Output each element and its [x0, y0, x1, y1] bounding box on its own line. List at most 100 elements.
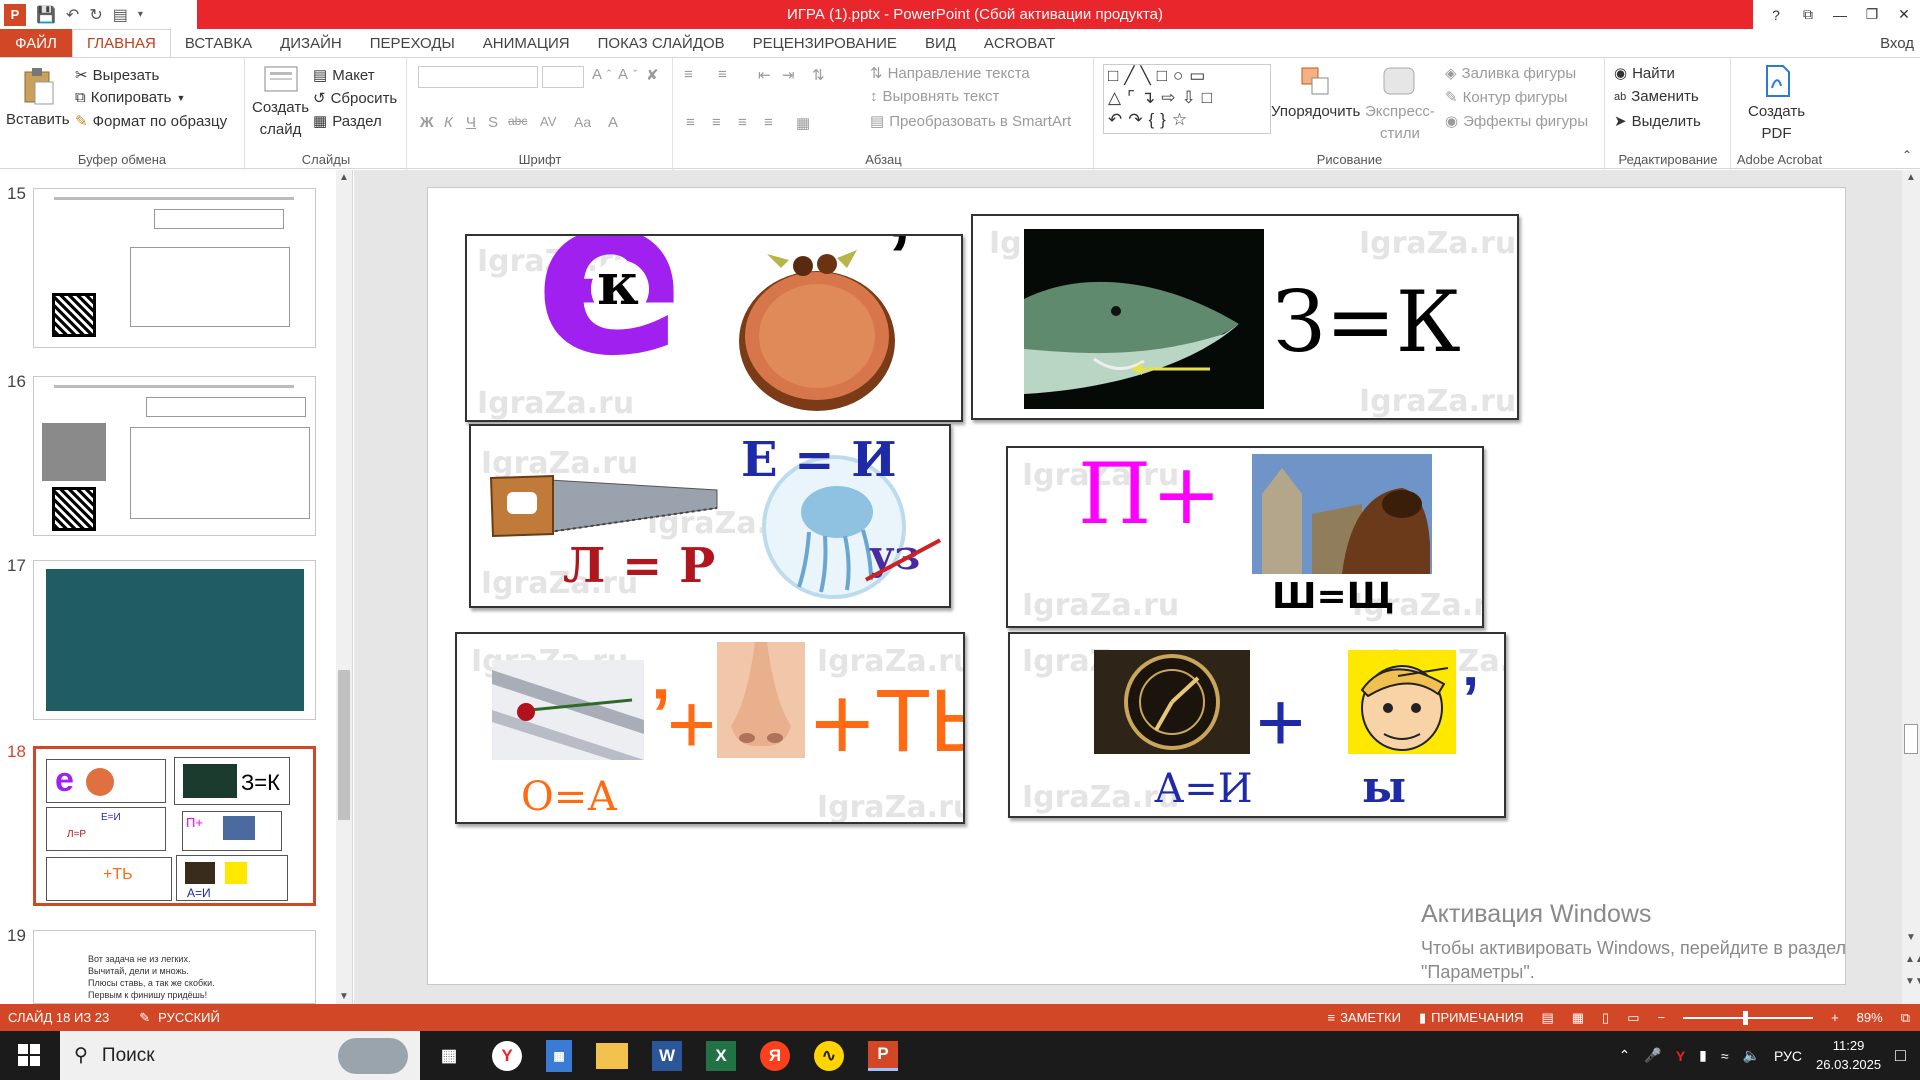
- volume-icon[interactable]: 🔈: [1743, 1047, 1760, 1064]
- slideshow-icon[interactable]: ▭: [1627, 1010, 1639, 1026]
- shadow-icon[interactable]: S: [488, 114, 498, 131]
- calculator-icon[interactable]: ▦: [546, 1039, 572, 1072]
- puzzle-card-5[interactable]: IgraZa.ru IgraZa.ru IgraZa.ru ’ +: [455, 632, 965, 824]
- puzzle-card-1[interactable]: IgraZa.ru IgraZa.ru е к ’: [465, 234, 963, 422]
- slide-thumbnail-15[interactable]: [33, 188, 316, 348]
- excel-icon[interactable]: X: [706, 1040, 736, 1071]
- underline-icon[interactable]: Ч: [466, 114, 476, 131]
- tab-view[interactable]: ВИД: [911, 29, 970, 57]
- line-spacing-icon[interactable]: ⇅: [812, 66, 825, 84]
- slide-scrollbar[interactable]: ▲ ▼ ▲▲ ▼▼: [1902, 170, 1920, 1004]
- toloka-icon[interactable]: ∿: [814, 1040, 844, 1071]
- zoom-slider-thumb[interactable]: [1743, 1010, 1749, 1025]
- normal-view-icon[interactable]: ▤: [1541, 1010, 1553, 1026]
- zoom-in-icon[interactable]: +: [1831, 1010, 1839, 1025]
- section-button[interactable]: ▦ Раздел: [313, 112, 382, 131]
- tab-home[interactable]: ГЛАВНАЯ: [72, 29, 171, 57]
- clear-format-icon[interactable]: ✘: [646, 66, 659, 84]
- justify-icon[interactable]: ≡: [764, 114, 773, 131]
- shape-effects-button[interactable]: ◉ Эффекты фигуры: [1445, 112, 1588, 131]
- font-grow-icon[interactable]: Aˆ: [592, 66, 611, 83]
- sign-in-link[interactable]: Вход: [1880, 29, 1920, 57]
- microphone-icon[interactable]: 🎤: [1644, 1047, 1661, 1064]
- bold-icon[interactable]: Ж: [420, 114, 434, 131]
- chevron-up-icon[interactable]: ⌃: [1619, 1047, 1631, 1064]
- tab-file[interactable]: ФАЙЛ: [0, 29, 72, 57]
- select-button[interactable]: ➤ Выделить: [1614, 112, 1701, 131]
- numbering-icon[interactable]: ≡: [718, 66, 727, 83]
- restore-button[interactable]: ❐: [1856, 0, 1888, 29]
- battery-icon[interactable]: ▮: [1699, 1047, 1707, 1064]
- thumbnail-scrollbar[interactable]: ▲ ▼: [336, 170, 352, 1004]
- tab-review[interactable]: РЕЦЕНЗИРОВАНИЕ: [739, 29, 911, 57]
- comments-button[interactable]: ▮ ПРИМЕЧАНИЯ: [1419, 1010, 1523, 1026]
- scroll-down-icon[interactable]: ▼: [1906, 932, 1916, 943]
- change-case-icon[interactable]: Aa: [574, 114, 591, 130]
- slide-sorter-icon[interactable]: ▦: [1572, 1010, 1584, 1026]
- fit-to-window-icon[interactable]: ⧉: [1901, 1010, 1910, 1026]
- zoom-out-icon[interactable]: −: [1657, 1010, 1665, 1025]
- shape-fill-button[interactable]: ◈ Заливка фигуры: [1445, 64, 1576, 83]
- tab-slideshow[interactable]: ПОКАЗ СЛАЙДОВ: [584, 29, 739, 57]
- slide-canvas[interactable]: IgraZa.ru IgraZa.ru е к ’ IgraZa.ru Igra…: [427, 187, 1846, 985]
- tab-design[interactable]: ДИЗАЙН: [266, 29, 356, 57]
- close-button[interactable]: ✕: [1888, 0, 1920, 29]
- decrease-indent-icon[interactable]: ⇤: [758, 66, 771, 84]
- puzzle-card-2[interactable]: IgraZa.ru IgraZa.ru IgraZa.ru З=К: [971, 214, 1519, 420]
- slide-scroll-thumb[interactable]: [1904, 724, 1918, 754]
- italic-icon[interactable]: К: [444, 114, 453, 131]
- start-slideshow-icon[interactable]: ▤: [113, 5, 128, 25]
- slide-thumbnail-18[interactable]: е З=К Е=И Л=Р П+ +ТЬ А=И: [33, 746, 316, 906]
- file-explorer-icon[interactable]: [596, 1042, 628, 1069]
- shape-outline-button[interactable]: ✎ Контур фигуры: [1445, 88, 1567, 107]
- yandex-browser-icon[interactable]: Y: [492, 1040, 522, 1071]
- puzzle-card-4[interactable]: IgraZa.ru IgraZa.ru IgraZa.ru П+ Ш=Щ: [1006, 446, 1484, 628]
- reading-view-icon[interactable]: ▯: [1602, 1010, 1609, 1026]
- font-name-combo[interactable]: [418, 66, 538, 88]
- tab-animations[interactable]: АНИМАЦИЯ: [469, 29, 584, 57]
- slide-thumbnail-19[interactable]: Вот задача не из легких. Вычитай, дели и…: [33, 930, 316, 1004]
- reset-button[interactable]: ↺ Сбросить: [313, 89, 397, 108]
- arrange-button[interactable]: Упорядочить: [1271, 64, 1360, 120]
- zoom-slider[interactable]: [1683, 1010, 1814, 1025]
- next-slide-icon[interactable]: ▼▼: [1905, 976, 1920, 987]
- new-slide-button[interactable]: Создать слайд: [252, 64, 309, 138]
- font-color-icon[interactable]: A: [608, 114, 618, 131]
- collapse-ribbon-icon[interactable]: ⌃: [1902, 148, 1912, 162]
- customize-qat-icon[interactable]: ▾: [138, 9, 143, 20]
- minimize-button[interactable]: —: [1824, 0, 1856, 29]
- layout-button[interactable]: ▤ Макет: [313, 66, 375, 85]
- powerpoint-taskbar-icon[interactable]: P: [868, 1040, 898, 1071]
- align-text-button[interactable]: ↕ Выровнять текст: [870, 88, 999, 105]
- find-button[interactable]: ◉ Найти: [1614, 64, 1675, 83]
- columns-icon[interactable]: ▦: [796, 114, 810, 132]
- ribbon-display-button[interactable]: ⧉: [1792, 0, 1824, 29]
- yandex-icon[interactable]: Я: [760, 1040, 790, 1071]
- language-indicator[interactable]: ✎ РУССКИЙ: [139, 1010, 220, 1026]
- copy-button[interactable]: ⧉ Копировать ▼: [75, 89, 185, 106]
- help-button[interactable]: ?: [1760, 0, 1792, 29]
- windows-start-icon[interactable]: [18, 1044, 40, 1066]
- task-view-icon[interactable]: ▦: [430, 1037, 468, 1075]
- increase-indent-icon[interactable]: ⇥: [782, 66, 795, 84]
- char-spacing-icon[interactable]: AV: [540, 114, 556, 129]
- puzzle-card-6[interactable]: IgraZa.ru IgraZa.ru IgraZa.ru +: [1008, 632, 1506, 818]
- quick-styles-button[interactable]: Экспресс- стили: [1365, 64, 1435, 142]
- input-language[interactable]: РУС: [1774, 1048, 1802, 1064]
- font-size-combo[interactable]: [542, 66, 584, 88]
- strikethrough-icon[interactable]: abc: [508, 114, 527, 128]
- redo-icon[interactable]: ↻: [89, 5, 102, 25]
- slide-thumbnail-17[interactable]: [33, 560, 316, 720]
- tab-insert[interactable]: ВСТАВКА: [171, 29, 266, 57]
- format-painter-button[interactable]: ✎ Формат по образцу: [75, 112, 227, 131]
- paste-button[interactable]: Вставить: [6, 66, 70, 128]
- slide-thumbnail-16[interactable]: [33, 376, 316, 536]
- notes-button[interactable]: ≡ ЗАМЕТКИ: [1327, 1010, 1400, 1025]
- puzzle-card-3[interactable]: IgraZa.ru IgraZa.ru IgraZa.ru Е = И Л = …: [469, 424, 951, 608]
- tab-acrobat[interactable]: ACROBAT: [970, 29, 1069, 57]
- word-icon[interactable]: W: [652, 1040, 682, 1071]
- align-center-icon[interactable]: ≡: [712, 114, 721, 131]
- create-pdf-button[interactable]: Создать PDF: [1748, 64, 1805, 142]
- clock[interactable]: 11:29 26.03.2025: [1816, 1037, 1881, 1073]
- zoom-level[interactable]: 89%: [1857, 1010, 1883, 1025]
